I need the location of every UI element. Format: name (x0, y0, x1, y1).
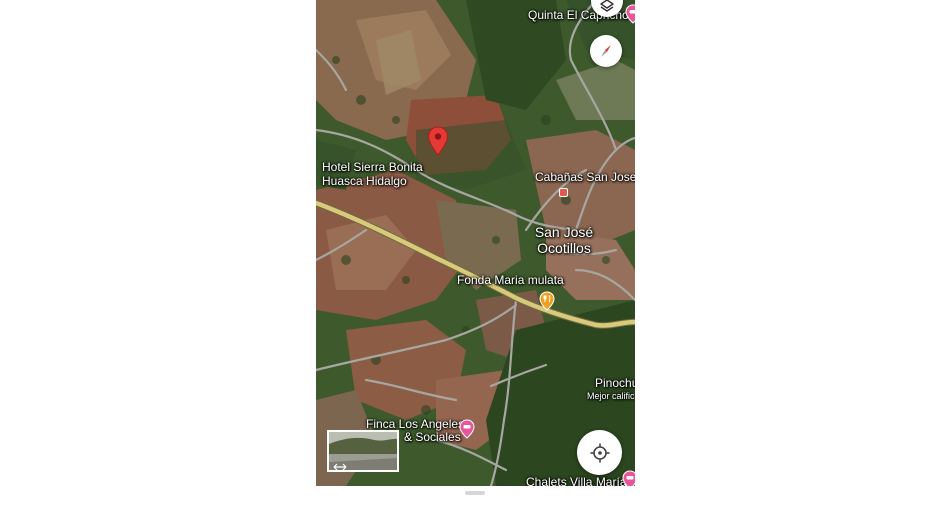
town-label-line1: San José (534, 224, 594, 240)
street-view-arrows-icon (333, 458, 347, 470)
compass-button[interactable] (590, 35, 622, 67)
layers-icon (600, 0, 614, 12)
town-label-line2: Ocotillos (537, 240, 591, 256)
place-sublabel-rating: Mejor calific (587, 391, 635, 401)
street-view-thumbnail[interactable] (327, 430, 399, 472)
place-label-finca-line2[interactable]: & Sociales (404, 431, 461, 444)
place-label-pinochu[interactable]: Pinochu (595, 377, 635, 390)
place-label-fonda[interactable]: Fonda Maria mulata (457, 274, 564, 287)
my-location-button[interactable] (577, 430, 622, 475)
phone-screen: Quinta El Capricho Hotel Sierra Bonita H… (316, 0, 635, 505)
bottom-sheet[interactable] (316, 486, 635, 505)
fork-knife-icon[interactable] (539, 291, 555, 311)
place-label-chalets[interactable]: Chalets Villa María (526, 476, 627, 487)
hotel-icon[interactable] (625, 4, 635, 24)
place-label-hotel-line2[interactable]: Huasca Hidalgo (322, 175, 407, 188)
hotel-icon[interactable] (459, 419, 475, 439)
compass-icon (601, 45, 611, 57)
place-label-cabanas[interactable]: Cabañas San Jose O (535, 171, 635, 184)
bottom-sheet-drag-handle[interactable] (465, 491, 485, 495)
building-marker-icon (559, 188, 568, 197)
place-label-hotel-line1[interactable]: Hotel Sierra Bonita (322, 161, 423, 174)
satellite-map[interactable]: Quinta El Capricho Hotel Sierra Bonita H… (316, 0, 635, 486)
my-location-icon (590, 443, 609, 462)
hotel-icon[interactable] (622, 470, 635, 486)
map-pin-icon[interactable] (427, 126, 449, 156)
